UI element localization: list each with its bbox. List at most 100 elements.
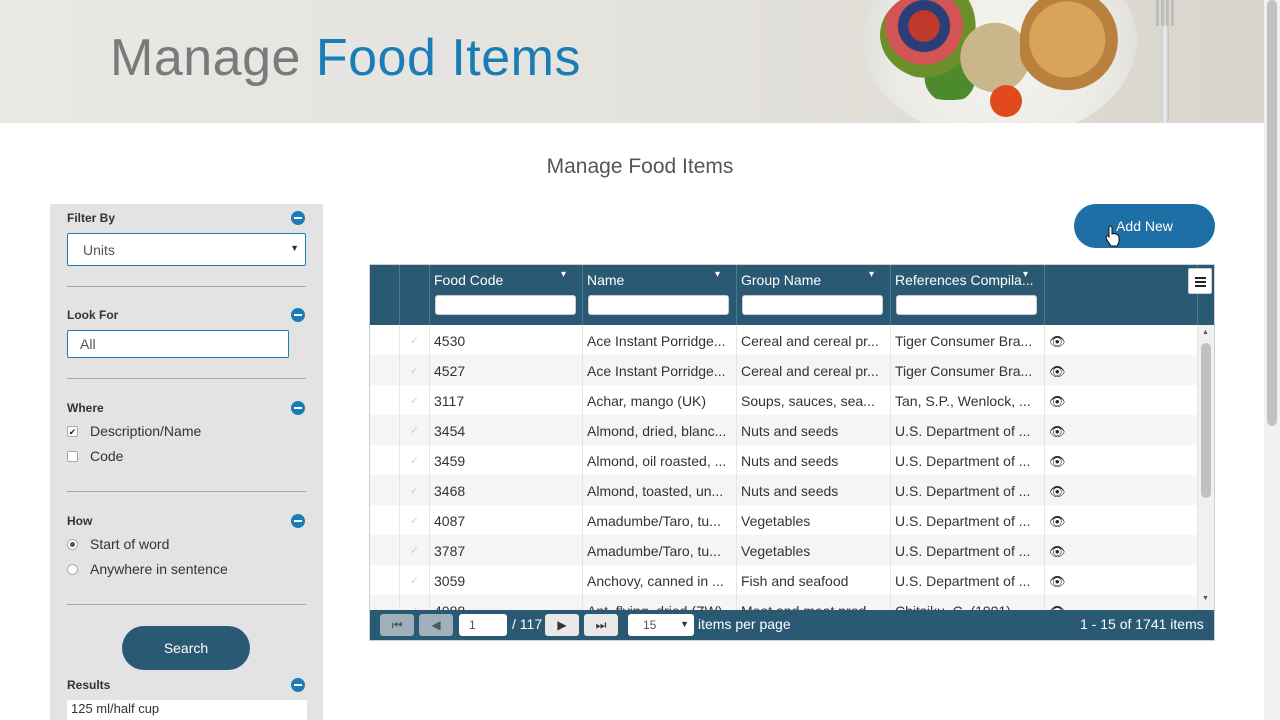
radio-selected[interactable] xyxy=(67,539,78,550)
name-cell: Anchovy, canned in ... xyxy=(583,565,737,595)
table-row[interactable]: ✓ 3059 Anchovy, canned in ... Fish and seaf… xyxy=(370,565,1198,595)
eye-icon[interactable]: 👁 xyxy=(1049,484,1066,499)
where-option-label: Code xyxy=(90,448,124,464)
eye-icon[interactable]: 👁 xyxy=(1049,364,1066,379)
view-cell[interactable]: 👁 xyxy=(1045,475,1198,505)
scroll-down-icon[interactable]: ▼ xyxy=(1202,595,1209,602)
eye-icon[interactable]: 👁 xyxy=(1049,514,1066,529)
collapse-minus-icon[interactable] xyxy=(291,211,305,225)
table-row[interactable]: ✓ 4527 Ace Instant Porridge... Cereal and c… xyxy=(370,355,1198,385)
check-icon: ✓ xyxy=(400,475,430,505)
header-group-name[interactable]: Group Name ▾ xyxy=(737,265,891,325)
row-select-cell[interactable] xyxy=(370,445,400,475)
fork-image xyxy=(1156,0,1174,123)
first-page-icon[interactable]: ⏮ xyxy=(380,614,414,636)
view-cell[interactable]: 👁 xyxy=(1045,535,1198,565)
references-cell: U.S. Department of ... xyxy=(891,565,1045,595)
page-size-value: 15 xyxy=(643,618,657,632)
references-cell: U.S. Department of ... xyxy=(891,535,1045,565)
banner-title-part2: Food Items xyxy=(315,29,581,87)
chevron-down-icon[interactable]: ▾ xyxy=(561,269,566,280)
table-row[interactable]: ✓ 4530 Ace Instant Porridge... Cereal and c… xyxy=(370,325,1198,355)
check-icon: ✓ xyxy=(400,325,430,355)
grid-pager: ⏮ ◀ 1 / 117 ▶ ⏭ 15 ▼ items per page 1 - … xyxy=(370,610,1214,640)
food-code-cell: 4527 xyxy=(430,355,583,385)
collapse-minus-icon[interactable] xyxy=(291,308,305,322)
scroll-up-icon[interactable]: ▲ xyxy=(1202,329,1209,336)
look-for-input[interactable]: All xyxy=(67,330,289,358)
collapse-minus-icon[interactable] xyxy=(291,514,305,528)
radio-unselected[interactable] xyxy=(67,564,78,575)
row-select-cell[interactable] xyxy=(370,325,400,355)
page-scrollbar[interactable] xyxy=(1264,0,1280,720)
page-size-select[interactable]: 15 ▼ xyxy=(628,614,694,636)
name-cell: Ace Instant Porridge... xyxy=(583,355,737,385)
filter-by-select[interactable]: Units ▼ xyxy=(67,233,306,266)
view-cell[interactable]: 👁 xyxy=(1045,595,1198,610)
header-banner: Manage Food Items xyxy=(0,0,1264,123)
view-cell[interactable]: 👁 xyxy=(1045,325,1198,355)
view-cell[interactable]: 👁 xyxy=(1045,385,1198,415)
group-name-filter-input[interactable] xyxy=(742,295,883,315)
chevron-down-icon[interactable]: ▾ xyxy=(869,269,874,280)
collapse-minus-icon[interactable] xyxy=(291,678,305,692)
grid-scrollbar-thumb[interactable] xyxy=(1201,343,1211,498)
eye-icon[interactable]: 👁 xyxy=(1049,424,1066,439)
view-cell[interactable]: 👁 xyxy=(1045,355,1198,385)
pager-summary: 1 - 15 of 1741 items xyxy=(1080,616,1204,632)
row-select-cell[interactable] xyxy=(370,535,400,565)
eye-icon[interactable]: 👁 xyxy=(1049,454,1066,469)
chevron-down-icon[interactable]: ▾ xyxy=(1023,269,1028,280)
table-row[interactable]: ✓ 3468 Almond, toasted, un... Nuts and seed… xyxy=(370,475,1198,505)
page-scrollbar-thumb[interactable] xyxy=(1267,0,1277,426)
header-references[interactable]: References Compila... ▾ xyxy=(891,265,1045,325)
chevron-down-icon[interactable]: ▾ xyxy=(715,269,720,280)
search-button[interactable]: Search xyxy=(122,626,250,670)
eye-icon[interactable]: 👁 xyxy=(1049,394,1066,409)
page-number-input[interactable]: 1 xyxy=(459,614,507,636)
food-code-filter-input[interactable] xyxy=(435,295,576,315)
row-select-cell[interactable] xyxy=(370,565,400,595)
header-select-column xyxy=(370,265,400,325)
view-cell[interactable]: 👁 xyxy=(1045,565,1198,595)
divider xyxy=(67,491,306,492)
checkbox-checked[interactable]: ✔ xyxy=(67,426,78,437)
name-cell: Almond, oil roasted, ... xyxy=(583,445,737,475)
header-name[interactable]: Name ▾ xyxy=(583,265,737,325)
row-select-cell[interactable] xyxy=(370,475,400,505)
view-cell[interactable]: 👁 xyxy=(1045,505,1198,535)
next-page-icon[interactable]: ▶ xyxy=(545,614,579,636)
table-row[interactable]: ✓ 4087 Amadumbe/Taro, tu... Vegetables U.S. … xyxy=(370,505,1198,535)
table-row[interactable]: ✓ 3454 Almond, dried, blanc... Nuts and see… xyxy=(370,415,1198,445)
group-name-cell: Cereal and cereal pr... xyxy=(737,325,891,355)
row-select-cell[interactable] xyxy=(370,595,400,610)
checkbox-unchecked[interactable] xyxy=(67,451,78,462)
food-code-cell: 4530 xyxy=(430,325,583,355)
table-row[interactable]: ✓4088Ant, flying, dried (ZW)Meat and mea… xyxy=(370,595,1198,610)
table-row[interactable]: ✓ 3787 Amadumbe/Taro, tu... Vegetables U.S. … xyxy=(370,535,1198,565)
row-select-cell[interactable] xyxy=(370,415,400,445)
food-image-tomato xyxy=(990,85,1022,117)
view-cell[interactable]: 👁 xyxy=(1045,445,1198,475)
food-items-grid: Food Code ▾ Name ▾ Group Name ▾ Referenc… xyxy=(369,264,1215,641)
add-new-button[interactable]: Add New xyxy=(1074,204,1215,248)
grid-scrollbar[interactable]: ▲ ▼ xyxy=(1198,325,1214,610)
collapse-minus-icon[interactable] xyxy=(291,401,305,415)
eye-icon[interactable]: 👁 xyxy=(1049,334,1066,349)
view-cell[interactable]: 👁 xyxy=(1045,415,1198,445)
eye-icon[interactable]: 👁 xyxy=(1049,544,1066,559)
references-filter-input[interactable] xyxy=(896,295,1037,315)
table-row[interactable]: ✓ 3459 Almond, oil roasted, ... Nuts and se… xyxy=(370,445,1198,475)
last-page-icon[interactable]: ⏭ xyxy=(584,614,618,636)
prev-page-icon[interactable]: ◀ xyxy=(419,614,453,636)
header-food-code[interactable]: Food Code ▾ xyxy=(430,265,583,325)
row-select-cell[interactable] xyxy=(370,355,400,385)
eye-icon[interactable]: 👁 xyxy=(1049,574,1066,589)
table-row[interactable]: ✓ 3117 Achar, mango (UK) Soups, sauces, sea… xyxy=(370,385,1198,415)
row-select-cell[interactable] xyxy=(370,385,400,415)
name-filter-input[interactable] xyxy=(588,295,729,315)
group-name-cell: Nuts and seeds xyxy=(737,415,891,445)
results-field[interactable]: 125 ml/half cup xyxy=(67,700,307,720)
column-menu-icon[interactable] xyxy=(1188,268,1212,294)
row-select-cell[interactable] xyxy=(370,505,400,535)
